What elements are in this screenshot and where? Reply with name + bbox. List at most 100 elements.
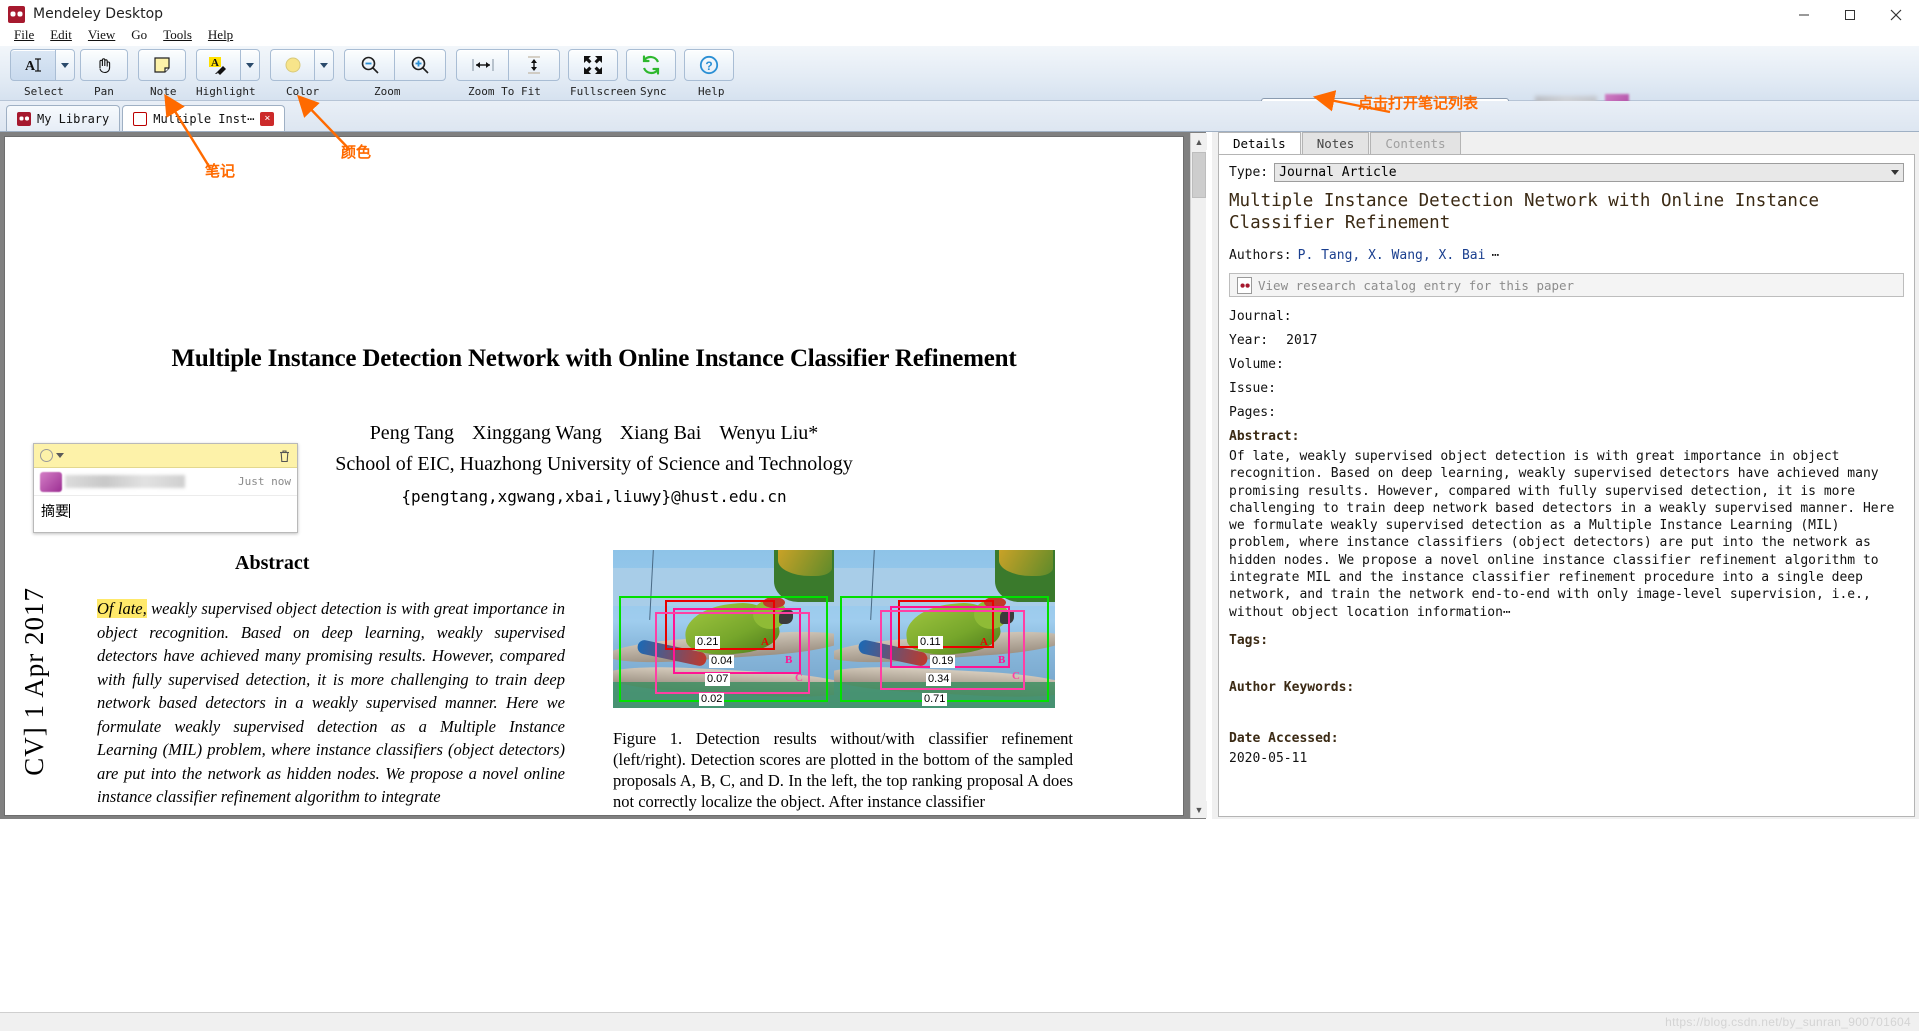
authors-label: Authors: bbox=[1229, 248, 1292, 263]
tab-notes[interactable]: Notes bbox=[1301, 132, 1370, 154]
tab-details[interactable]: Details bbox=[1218, 132, 1301, 154]
scroll-down-arrow-icon[interactable]: ▼ bbox=[1191, 801, 1207, 818]
score-c-right: 0.34 bbox=[926, 673, 952, 686]
tab-close-icon[interactable]: × bbox=[260, 111, 275, 126]
scrollbar-thumb[interactable] bbox=[1192, 152, 1206, 198]
color-tool-dropdown[interactable] bbox=[314, 49, 334, 81]
keywords-value[interactable] bbox=[1229, 699, 1904, 725]
abstract-value[interactable]: Of late, weakly supervised object detect… bbox=[1229, 448, 1904, 621]
details-panel-body: Type: Journal Article Multiple Instance … bbox=[1218, 154, 1915, 817]
details-title[interactable]: Multiple Instance Detection Network with… bbox=[1229, 190, 1904, 234]
watermark-text: https://blog.csdn.net/by_sunran_90070160… bbox=[1665, 1015, 1911, 1029]
annotation-label-color: 颜色 bbox=[341, 143, 372, 161]
tab-my-library-label: My Library bbox=[37, 111, 110, 126]
field-pages: Pages: bbox=[1229, 405, 1904, 420]
authors-row: Authors: P. Tang, X. Wang, X. Bai ⋯ bbox=[1229, 248, 1904, 263]
bbox-c-left bbox=[655, 612, 810, 694]
score-c-left: 0.07 bbox=[705, 673, 731, 686]
menu-file-label: File bbox=[14, 27, 35, 42]
menu-help-label: Help bbox=[207, 27, 234, 42]
field-volume: Volume: bbox=[1229, 357, 1904, 372]
pan-tool-button[interactable] bbox=[80, 49, 128, 81]
fullscreen-button[interactable] bbox=[568, 49, 618, 81]
score-b-right: 0.19 bbox=[930, 655, 956, 668]
menu-help[interactable]: Help bbox=[200, 26, 241, 44]
date-accessed-value[interactable]: 2020-05-11 bbox=[1229, 750, 1904, 767]
scroll-up-arrow-icon[interactable]: ▲ bbox=[1191, 133, 1207, 150]
figure-image-left: 0.21 0.04 0.07 0.02 A B C bbox=[613, 550, 834, 708]
menu-file[interactable]: File bbox=[6, 26, 42, 44]
trash-icon[interactable] bbox=[278, 449, 291, 463]
chevron-down-icon bbox=[61, 62, 69, 68]
pdf-vertical-scrollbar[interactable]: ▲ ▼ bbox=[1190, 133, 1207, 818]
menu-edit[interactable]: Edit bbox=[42, 26, 80, 44]
bbox-label-b-left: B bbox=[785, 654, 793, 666]
year-value[interactable]: 2017 bbox=[1286, 333, 1317, 348]
date-accessed-label: Date Accessed: bbox=[1229, 730, 1339, 746]
note-text-area[interactable]: 摘要 bbox=[34, 496, 297, 526]
menu-edit-label: Edit bbox=[50, 27, 72, 42]
highlight-tool-button[interactable]: A bbox=[196, 49, 240, 81]
help-button[interactable]: ? bbox=[684, 49, 734, 81]
score-d-left: 0.02 bbox=[699, 693, 725, 706]
mendeley-logo-icon bbox=[8, 5, 25, 23]
svg-text:A: A bbox=[211, 57, 219, 69]
document-tab-bar: My Library Multiple Inst⋯ × bbox=[0, 101, 1919, 132]
highlight-tool-dropdown[interactable] bbox=[240, 49, 260, 81]
paper-authors: Peng Tang Xinggang Wang Xiang Bai Wenyu Liu… bbox=[5, 422, 1183, 445]
select-tool-dropdown[interactable] bbox=[55, 49, 75, 81]
mendeley-tab-icon bbox=[17, 111, 31, 126]
bbox-label-b-right: B bbox=[998, 654, 1006, 666]
type-select[interactable]: Journal Article bbox=[1274, 163, 1904, 182]
menu-view-label: View bbox=[87, 27, 116, 42]
bbox-label-c-left: C bbox=[795, 672, 803, 684]
pan-tool-label: Pan bbox=[94, 85, 114, 98]
select-tool-label: Select bbox=[24, 85, 64, 98]
tab-my-library[interactable]: My Library bbox=[6, 105, 121, 131]
note-text-value: 摘要 bbox=[41, 504, 69, 520]
author-3: Xiang Bai bbox=[619, 422, 702, 444]
bbox-label-a-left: A bbox=[761, 636, 769, 648]
annotation-label-note: 笔记 bbox=[205, 162, 236, 180]
year-label: Year: bbox=[1229, 333, 1269, 348]
tags-value[interactable] bbox=[1229, 652, 1904, 674]
zoom-label: Zoom bbox=[374, 85, 401, 98]
issue-label: Issue: bbox=[1229, 381, 1276, 396]
fit-height-button[interactable] bbox=[508, 49, 560, 81]
tab-multiple-instance[interactable]: Multiple Inst⋯ × bbox=[122, 105, 286, 131]
menu-tools[interactable]: Tools bbox=[155, 26, 200, 44]
paper-title: Multiple Instance Detection Network with… bbox=[171, 345, 1017, 372]
field-journal: Journal: bbox=[1229, 309, 1904, 324]
abstract-body: Of late, weakly supervised object detect… bbox=[97, 597, 565, 809]
menu-view[interactable]: View bbox=[80, 26, 123, 44]
status-bar: https://blog.csdn.net/by_sunran_90070160… bbox=[0, 1012, 1919, 1031]
menu-go[interactable]: Go bbox=[123, 26, 155, 44]
zoom-in-button[interactable] bbox=[394, 49, 446, 81]
user-avatar bbox=[40, 471, 62, 492]
color-tool-button[interactable] bbox=[270, 49, 314, 81]
authors-more-icon[interactable]: ⋯ bbox=[1491, 248, 1499, 263]
menu-go-label: Go bbox=[131, 27, 148, 42]
help-label: Help bbox=[698, 85, 725, 98]
authors-value[interactable]: P. Tang, X. Wang, X. Bai bbox=[1298, 248, 1486, 263]
chevron-down-icon[interactable] bbox=[56, 453, 64, 458]
svg-text:A: A bbox=[25, 59, 36, 74]
annotation-note-popup[interactable]: Just now 摘要 bbox=[33, 443, 298, 533]
highlighted-text[interactable]: Of late, bbox=[97, 599, 147, 618]
tab-multiple-instance-label: Multiple Inst⋯ bbox=[153, 111, 255, 126]
fit-width-button[interactable] bbox=[456, 49, 508, 81]
score-b-left: 0.04 bbox=[709, 655, 735, 668]
sync-button[interactable] bbox=[626, 49, 676, 81]
author-4: Wenyu Liu* bbox=[719, 422, 819, 444]
bbox-c-right bbox=[880, 610, 1025, 690]
abstract-heading: Abstract bbox=[235, 552, 310, 574]
note-color-picker[interactable] bbox=[40, 449, 64, 462]
zoom-out-button[interactable] bbox=[344, 49, 394, 81]
note-tool-button[interactable] bbox=[138, 49, 186, 81]
figure-images: 0.21 0.04 0.07 0.02 A B C 0.11 0.19 0.34… bbox=[613, 550, 1055, 708]
fullscreen-label: Fullscreen bbox=[570, 85, 637, 98]
select-tool-button[interactable]: A bbox=[10, 49, 55, 81]
chevron-down-icon bbox=[1891, 170, 1899, 175]
journal-label: Journal: bbox=[1229, 309, 1292, 324]
view-research-catalog-button[interactable]: View research catalog entry for this pap… bbox=[1229, 273, 1904, 297]
